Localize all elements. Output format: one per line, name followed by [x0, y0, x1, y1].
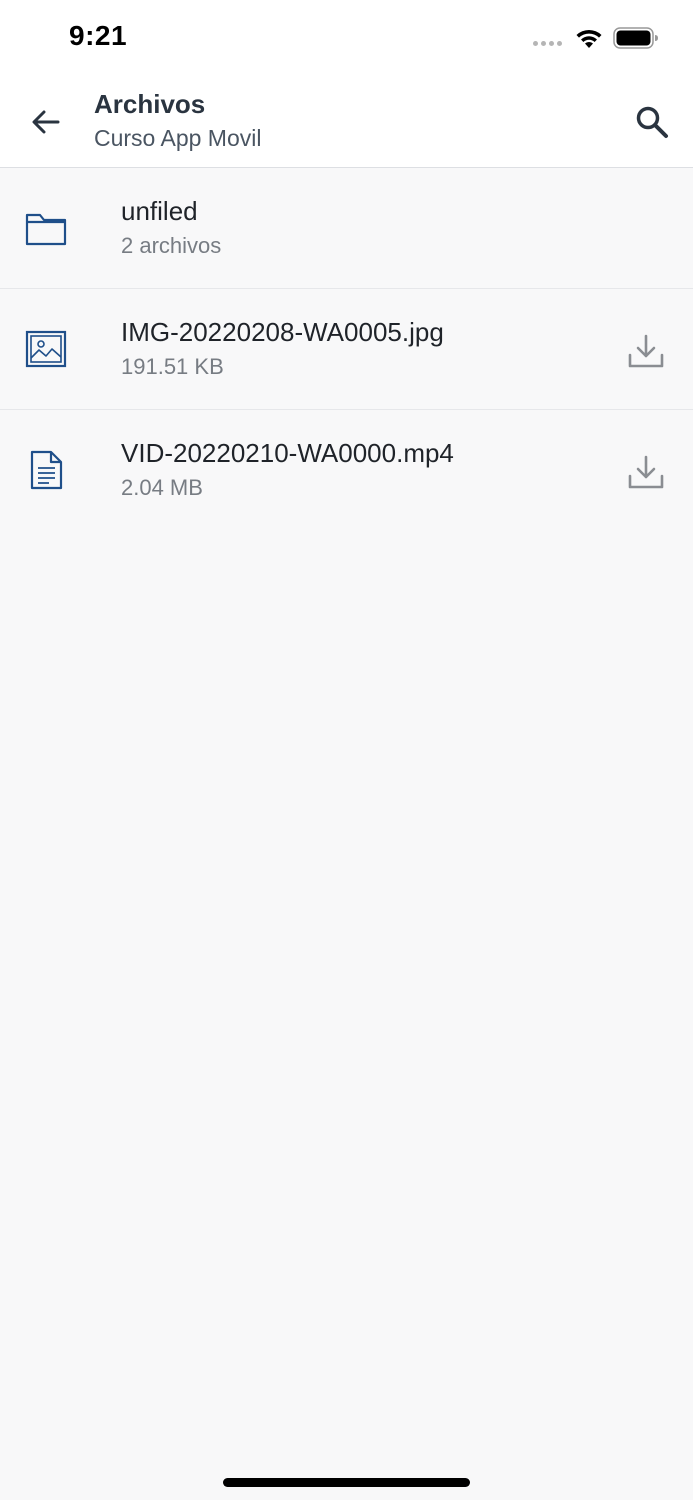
page-title: Archivos: [94, 89, 206, 119]
document-icon: [24, 450, 68, 490]
home-indicator[interactable]: [223, 1478, 470, 1487]
image-icon: [24, 329, 68, 369]
download-button[interactable]: [622, 448, 670, 496]
back-button[interactable]: [22, 98, 70, 146]
download-icon: [628, 334, 664, 368]
file-count: 2 archivos: [121, 233, 222, 258]
search-icon: [636, 106, 668, 138]
cellular-signal-icon: [533, 41, 562, 46]
status-bar: 9:21: [0, 0, 693, 76]
download-icon: [628, 455, 664, 489]
folder-icon: [24, 208, 68, 248]
page-subtitle: Curso App Movil: [94, 125, 262, 151]
search-button[interactable]: [628, 98, 676, 146]
file-size: 2.04 MB: [121, 475, 203, 500]
battery-icon: [613, 27, 658, 49]
status-time: 9:21: [69, 20, 128, 51]
arrow-left-icon: [32, 110, 60, 134]
file-list: unfiled 2 archivos IMG-20220208-WA0005.j…: [0, 168, 693, 530]
list-item-file[interactable]: IMG-20220208-WA0005.jpg 191.51 KB: [0, 289, 693, 410]
download-button[interactable]: [622, 327, 670, 375]
file-size: 191.51 KB: [121, 354, 224, 379]
file-name: unfiled: [121, 196, 198, 226]
app-header: Archivos Curso App Movil: [0, 76, 693, 168]
file-name: VID-20220210-WA0000.mp4: [121, 438, 454, 468]
wifi-icon: [576, 29, 602, 48]
file-name: IMG-20220208-WA0005.jpg: [121, 317, 444, 347]
list-item-file[interactable]: VID-20220210-WA0000.mp4 2.04 MB: [0, 410, 693, 530]
list-item-folder[interactable]: unfiled 2 archivos: [0, 168, 693, 289]
